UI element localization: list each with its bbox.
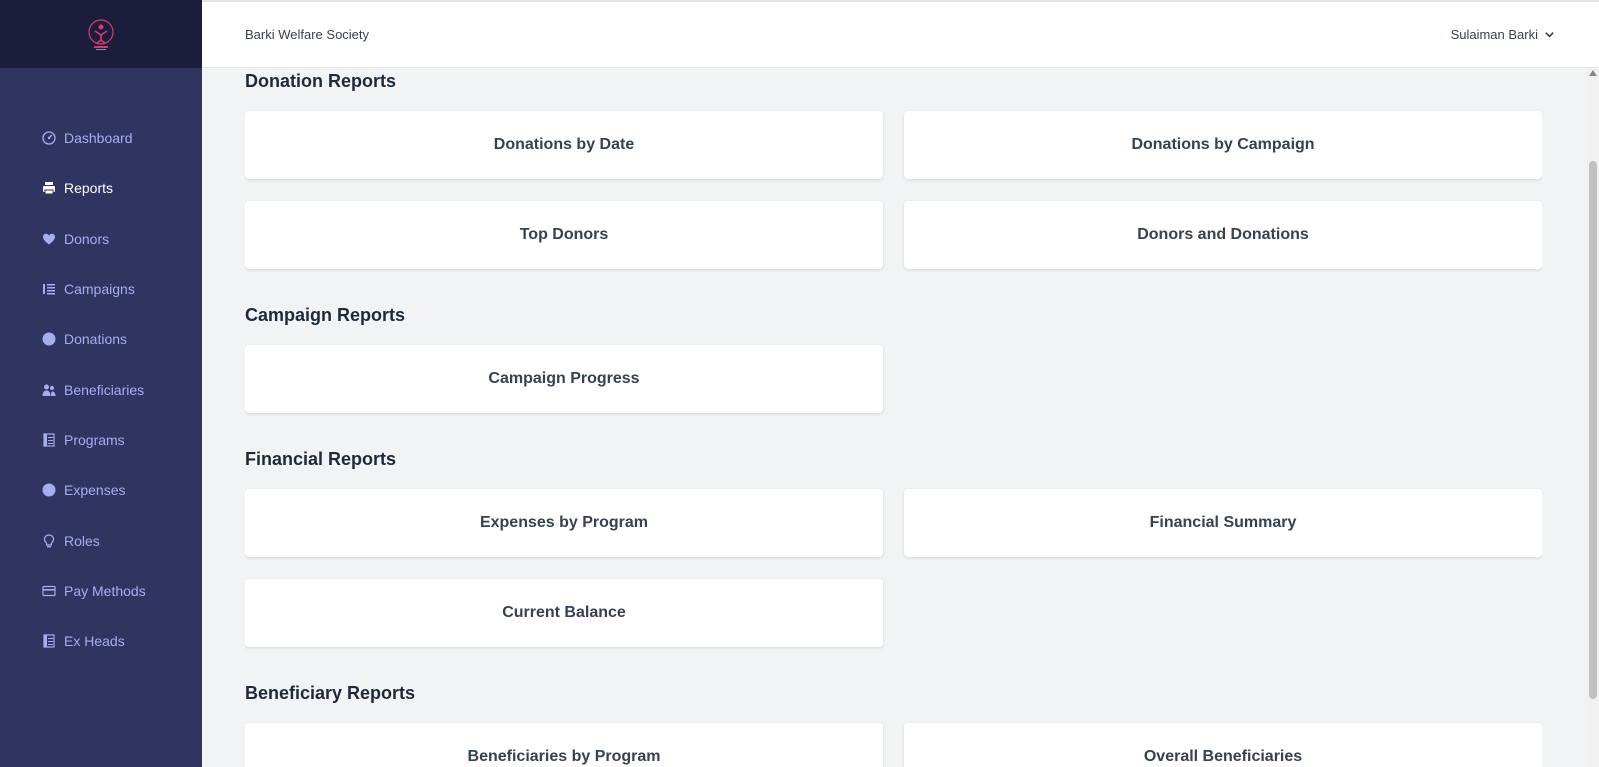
- report-card-donors-and-donations[interactable]: Donors and Donations: [904, 201, 1542, 269]
- sidebar-item-reports[interactable]: Reports: [0, 163, 202, 213]
- circle-icon: [42, 483, 56, 497]
- sidebar-item-label: Dashboard: [64, 130, 133, 147]
- report-card-overall-beneficiaries[interactable]: Overall Beneficiaries: [904, 723, 1542, 767]
- sidebar-item-label: Expenses: [64, 482, 126, 499]
- sidebar-item-label: Donations: [64, 331, 128, 348]
- sidebar-item-ex-heads[interactable]: Ex Heads: [0, 616, 202, 666]
- sidebar-item-label: Ex Heads: [64, 633, 125, 650]
- sidebar: Dashboard Reports Donors Campaigns Donat…: [0, 0, 202, 767]
- sidebar-nav: Dashboard Reports Donors Campaigns Donat…: [0, 68, 202, 666]
- report-card-beneficiaries-by-program[interactable]: Beneficiaries by Program: [245, 723, 883, 767]
- sidebar-item-donors[interactable]: Donors: [0, 214, 202, 264]
- book-icon: [42, 433, 56, 447]
- chevron-down-icon: [1545, 32, 1554, 38]
- section-title-campaign: Campaign Reports: [245, 305, 406, 325]
- reports-content: Donation Reports Donations by Date Donat…: [245, 68, 1542, 767]
- list-icon: [42, 282, 56, 296]
- section-title-donation: Donation Reports: [245, 71, 396, 91]
- report-card-donations-by-campaign[interactable]: Donations by Campaign: [904, 111, 1542, 179]
- report-card-expenses-by-program[interactable]: Expenses by Program: [245, 489, 883, 557]
- book-icon: [42, 634, 56, 648]
- sidebar-item-programs[interactable]: Programs: [0, 415, 202, 465]
- heart-icon: [42, 232, 56, 246]
- sidebar-item-label: Donors: [64, 230, 110, 247]
- sidebar-item-campaigns[interactable]: Campaigns: [0, 264, 202, 314]
- sidebar-item-label: Roles: [64, 532, 100, 549]
- report-card-financial-summary[interactable]: Financial Summary: [904, 489, 1542, 557]
- sidebar-item-donations[interactable]: Donations: [0, 314, 202, 364]
- section-title-financial: Financial Reports: [245, 449, 397, 469]
- scroll-thumb[interactable]: [1589, 161, 1597, 699]
- dashboard-icon: [42, 131, 56, 145]
- printer-icon: [42, 181, 56, 195]
- sidebar-item-dashboard[interactable]: Dashboard: [0, 113, 202, 163]
- user-menu[interactable]: Sulaiman Barki: [1451, 27, 1555, 42]
- report-card-current-balance[interactable]: Current Balance: [245, 579, 883, 647]
- sidebar-item-roles[interactable]: Roles: [0, 515, 202, 565]
- scrollbar[interactable]: [1587, 68, 1599, 767]
- sidebar-item-label: Campaigns: [64, 281, 135, 298]
- sidebar-item-label: Reports: [64, 180, 114, 197]
- card-icon: [42, 584, 56, 598]
- report-card-donations-by-date[interactable]: Donations by Date: [245, 111, 883, 179]
- org-name: Barki Welfare Society: [245, 27, 370, 42]
- logo-area: [0, 0, 202, 68]
- users-icon: [42, 383, 56, 397]
- user-name: Sulaiman Barki: [1450, 27, 1538, 42]
- sidebar-item-label: Programs: [64, 431, 125, 448]
- sidebar-item-pay-methods[interactable]: Pay Methods: [0, 566, 202, 616]
- bulb-icon: [42, 533, 56, 548]
- circle-icon: [42, 332, 56, 346]
- sidebar-item-expenses[interactable]: Expenses: [0, 465, 202, 515]
- sidebar-item-label: Beneficiaries: [64, 381, 145, 398]
- top-bar: Barki Welfare Society Sulaiman Barki: [202, 0, 1599, 68]
- scroll-up-arrow[interactable]: [1589, 70, 1597, 76]
- section-title-beneficiary: Beneficiary Reports: [245, 683, 416, 703]
- logo[interactable]: [86, 17, 116, 51]
- sidebar-item-beneficiaries[interactable]: Beneficiaries: [0, 364, 202, 414]
- report-card-campaign-progress[interactable]: Campaign Progress: [245, 345, 883, 413]
- report-card-top-donors[interactable]: Top Donors: [245, 201, 883, 269]
- sidebar-item-label: Pay Methods: [64, 582, 146, 599]
